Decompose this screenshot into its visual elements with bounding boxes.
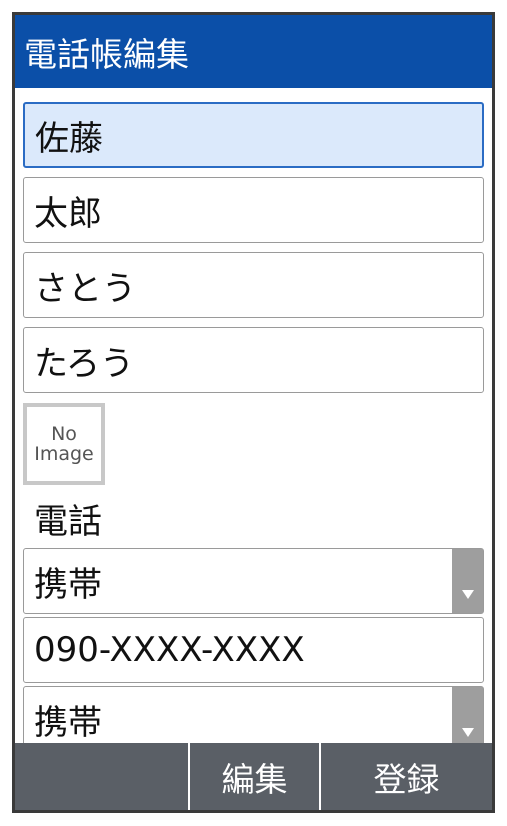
title-bar: 電話帳編集	[15, 15, 492, 88]
phone-type-2-value: 携帯	[34, 702, 102, 743]
phone-type-1-value: 携帯	[34, 564, 102, 605]
phone-type-select-1[interactable]: 携帯	[23, 548, 484, 614]
register-softkey[interactable]: 登録	[319, 743, 492, 810]
last-name-field[interactable]: 佐藤	[23, 102, 484, 168]
no-image-line2: Image	[34, 443, 94, 465]
phone-screen: 電話帳編集 佐藤 太郎 さとう たろう No Image 電話 携帯 090-X…	[12, 12, 495, 813]
dropdown-arrow-icon	[452, 687, 483, 743]
no-image-line1: No	[51, 423, 77, 445]
phone-number-field-1[interactable]: 090-XXXX-XXXX	[23, 617, 484, 683]
softkey-left[interactable]	[15, 743, 188, 810]
edit-softkey[interactable]: 編集	[188, 743, 319, 810]
photo-placeholder-button[interactable]: No Image	[23, 403, 105, 485]
last-name-reading-field[interactable]: さとう	[23, 252, 484, 318]
edit-form: 佐藤 太郎 さとう たろう No Image 電話 携帯 090-XXXX-XX…	[15, 88, 492, 743]
softkey-bar: 編集 登録	[15, 743, 492, 810]
page-title: 電話帳編集	[24, 34, 189, 74]
first-name-reading-field[interactable]: たろう	[23, 327, 484, 393]
phone-type-select-2[interactable]: 携帯	[23, 686, 484, 743]
dropdown-arrow-icon	[452, 549, 483, 613]
first-name-field[interactable]: 太郎	[23, 177, 484, 243]
phone-section-label: 電話	[34, 502, 102, 542]
